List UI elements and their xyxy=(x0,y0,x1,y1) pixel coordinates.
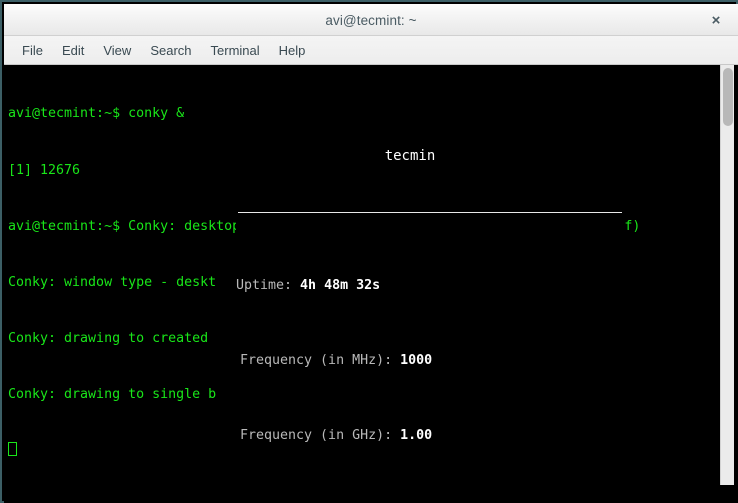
conky-freq-ghz-value: 1.00 xyxy=(400,428,432,443)
menu-item-file[interactable]: File xyxy=(13,40,52,61)
menu-item-terminal[interactable]: Terminal xyxy=(202,40,269,61)
scrollbar-thumb[interactable] xyxy=(723,68,733,126)
menu-item-search[interactable]: Search xyxy=(141,40,200,61)
menubar: File Edit View Search Terminal Help xyxy=(4,36,738,65)
window-title: avi@tecmint: ~ xyxy=(4,4,738,36)
conky-overlay: tecmin Uptime: 4h 48m 32s Frequency (in … xyxy=(236,106,624,503)
terminal-window: avi@tecmint: ~ × File Edit View Search T… xyxy=(0,0,738,503)
menu-item-view[interactable]: View xyxy=(94,40,140,61)
conky-freq-ghz-label: Frequency (in GHz): xyxy=(240,428,400,443)
conky-freq-ghz-row: Frequency (in GHz): 1.00 xyxy=(236,427,624,446)
close-icon[interactable]: × xyxy=(706,11,726,29)
conky-divider-1 xyxy=(238,212,622,213)
conky-hostname: tecmin xyxy=(236,144,624,168)
conky-freq-mhz-value: 1000 xyxy=(400,353,432,368)
conky-uptime-row: Uptime: 4h 48m 32s xyxy=(236,277,624,296)
desktop-root: avi@tecmint: ~ × File Edit View Search T… xyxy=(0,0,738,503)
terminal-scrollbar[interactable] xyxy=(720,65,734,485)
conky-freq-mhz-row: Frequency (in MHz): 1000 xyxy=(236,352,624,371)
conky-uptime-label: Uptime: xyxy=(236,278,300,293)
menu-item-help[interactable]: Help xyxy=(270,40,315,61)
conky-uptime-value: 4h 48m 32s xyxy=(300,278,380,293)
menu-item-edit[interactable]: Edit xyxy=(53,40,93,61)
conky-freq-mhz-label: Frequency (in MHz): xyxy=(240,353,400,368)
text-cursor xyxy=(8,442,17,456)
window-titlebar: avi@tecmint: ~ × xyxy=(4,4,738,36)
